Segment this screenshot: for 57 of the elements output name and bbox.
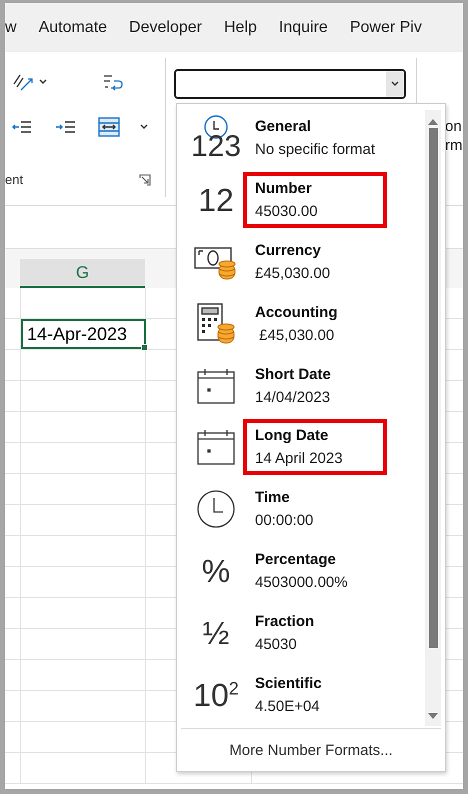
selected-cell[interactable]: 14-Apr-2023 [21, 319, 146, 349]
calendar-icon [196, 366, 236, 405]
menu-item[interactable]: 12 Number 45030.00 [177, 168, 425, 231]
item-label: Short Date [255, 366, 332, 383]
item-example: 14 April 2023 [255, 450, 344, 468]
fill-handle[interactable] [141, 344, 148, 351]
item-example: 45030.00 [255, 202, 319, 220]
menu-tab[interactable]: w [5, 18, 17, 36]
menu-item[interactable]: 10$^{2}$ Scientific 4.50E+04 [177, 664, 425, 726]
menu-item[interactable]: Short Date 14/04/2023 [177, 354, 425, 417]
item-example: 00:00:00 [255, 512, 314, 530]
menu-item[interactable]: Currency £45,030.00 [177, 230, 425, 293]
menu-tab[interactable]: Inquire [278, 18, 328, 36]
format-glyph: 12 [198, 184, 234, 216]
item-label: Fraction [255, 613, 316, 630]
item-label: Accounting [255, 304, 338, 321]
item-example: £45,030.00 [255, 264, 332, 282]
more-formats-button[interactable]: More Number Formats... [223, 738, 399, 762]
column-header[interactable]: G [20, 259, 145, 288]
menu-tab[interactable]: Automate [38, 18, 108, 36]
scrollbar-thumb[interactable] [428, 128, 438, 648]
menu-item[interactable]: Long Date 14 April 2023 [177, 416, 425, 478]
ribbon-label: rm [445, 137, 463, 154]
format-glyph: % [202, 555, 230, 588]
menu-item[interactable]: ½ Fraction 45030 [177, 602, 425, 664]
number-format-dropdown[interactable] [174, 69, 406, 99]
format-glyph: 10$^{2}$ [193, 679, 239, 712]
menu-item[interactable]: Time 00:00:00 [177, 478, 425, 540]
item-example: 4.50E+04 [255, 698, 321, 716]
item-example: 14/04/2023 [255, 388, 332, 406]
menu-item[interactable]: Accounting £45,030.00 [177, 292, 425, 355]
format-glyph: 123 [190, 132, 242, 162]
item-example: 4503000.00% [255, 574, 349, 592]
item-label: Number [255, 180, 313, 197]
group-label: ent [5, 172, 24, 187]
menu-tab[interactable]: Help [224, 18, 257, 36]
item-label: Long Date [255, 427, 330, 444]
menu-tab[interactable]: Developer [129, 18, 202, 36]
calendar-icon [196, 428, 236, 466]
item-label: Currency [255, 242, 322, 259]
scrollbar[interactable] [425, 110, 441, 726]
merge-cells-icon [97, 116, 121, 138]
item-example: £45,030.00 [258, 326, 336, 344]
item-label: Percentage [255, 551, 337, 568]
item-example: No specific format [255, 140, 375, 158]
scroll-down-icon[interactable] [427, 712, 439, 720]
menu-item[interactable]: % Percentage 4503000.00% [177, 540, 425, 602]
clock-icon [196, 489, 236, 530]
item-label: General [255, 118, 312, 135]
item-example: 45030 [255, 636, 298, 654]
scroll-up-icon[interactable] [427, 118, 439, 126]
format-glyph: ½ [202, 617, 230, 650]
item-label: Scientific [255, 675, 323, 692]
ribbon-label: on [445, 118, 463, 135]
item-label: Time [255, 489, 291, 506]
dialog-launcher-icon[interactable] [139, 174, 151, 186]
menu-tab[interactable]: Power Piv [350, 18, 422, 36]
